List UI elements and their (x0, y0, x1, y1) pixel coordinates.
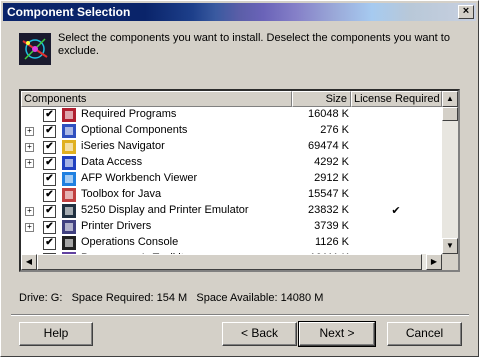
component-checkbox[interactable]: ✔ (43, 141, 56, 154)
instructions-text: Select the components you want to instal… (58, 32, 450, 57)
scrollbar-corner (442, 254, 458, 270)
drive-value: G: (50, 292, 63, 304)
component-row[interactable]: + ✔ Data Access 4292 K (21, 155, 441, 171)
drive-label: Drive: (19, 292, 48, 304)
component-row[interactable]: + ✔ Optional Components 276 K (21, 123, 441, 139)
component-name: 5250 Display and Printer Emulator (81, 204, 249, 216)
horizontal-scrollbar[interactable]: ◀ ▶ (21, 254, 442, 270)
component-selection-dialog: Component Selection × Select the compone… (0, 0, 479, 357)
column-header-license[interactable]: License Required (351, 91, 442, 107)
disk-space-info: Drive: G: Space Required: 154 M Space Av… (19, 292, 323, 304)
component-size: 69474 K (308, 140, 349, 152)
component-list[interactable]: Components Size License Required ✔ Requir… (19, 89, 460, 272)
vertical-scrollbar[interactable]: ▲ ▼ (442, 91, 458, 254)
setup-logo-icon (19, 33, 51, 65)
expand-icon[interactable]: + (25, 207, 34, 216)
component-name: Operations Console (81, 236, 179, 248)
component-size: 276 K (320, 124, 349, 136)
separator (11, 314, 469, 316)
help-button[interactable]: Help (19, 322, 93, 346)
scroll-right-button[interactable]: ▶ (426, 254, 442, 270)
component-checkbox[interactable]: ✔ (43, 125, 56, 138)
column-header-components[interactable]: Components (21, 91, 292, 107)
component-checkbox[interactable]: ✔ (43, 173, 56, 186)
scroll-up-button[interactable]: ▲ (442, 91, 458, 107)
optional-components-icon (61, 123, 77, 139)
component-name: Required Programs (81, 108, 177, 120)
space-available-label: Space Available: (196, 292, 278, 304)
scroll-down-button[interactable]: ▼ (442, 238, 458, 254)
component-row[interactable]: ✔ Operations Console 1126 K (21, 235, 441, 251)
afp-workbench-icon (61, 171, 77, 187)
component-row[interactable]: + ✔ 5250 Display and Printer Emulator 23832… (21, 203, 441, 219)
required-programs-icon (61, 107, 77, 123)
component-name: iSeries Navigator (81, 140, 165, 152)
expand-icon[interactable]: + (25, 223, 34, 232)
component-size: 1126 K (314, 236, 349, 248)
component-checkbox[interactable]: ✔ (43, 205, 56, 218)
component-row[interactable]: + ✔ iSeries Navigator 69474 K (21, 139, 441, 155)
space-available-value: 14080 M (280, 292, 324, 304)
window-title: Component Selection (7, 5, 131, 19)
toolbox-java-icon (61, 187, 77, 203)
data-access-icon (61, 155, 77, 171)
space-required-label: Space Required: (71, 292, 154, 304)
component-checkbox[interactable]: ✔ (43, 237, 56, 250)
component-checkbox[interactable]: ✔ (43, 221, 56, 234)
component-name: Optional Components (81, 124, 188, 136)
component-row[interactable]: ✔ Toolbox for Java 15547 K (21, 187, 441, 203)
component-row[interactable]: ✔ AFP Workbench Viewer 2912 K (21, 171, 441, 187)
component-size: 4292 K (314, 156, 349, 168)
component-size: 15547 K (308, 188, 349, 200)
component-name: Data Access (81, 156, 143, 168)
component-size: 2912 K (314, 172, 349, 184)
iseries-navigator-icon (61, 139, 77, 155)
component-checkbox[interactable]: ✔ (43, 109, 56, 122)
license-required-mark: ✔ (391, 205, 401, 217)
printer-icon (61, 219, 77, 235)
component-row[interactable]: + ✔ Printer Drivers 3739 K (21, 219, 441, 235)
operations-console-icon (61, 235, 77, 251)
component-size: 23832 K (308, 204, 349, 216)
column-header-size[interactable]: Size (292, 91, 351, 107)
component-checkbox[interactable]: ✔ (43, 157, 56, 170)
component-checkbox[interactable]: ✔ (43, 189, 56, 202)
title-bar[interactable]: Component Selection × (3, 3, 476, 21)
expand-icon[interactable]: + (25, 127, 34, 136)
back-button[interactable]: < Back (222, 322, 297, 346)
scroll-left-button[interactable]: ◀ (21, 254, 37, 270)
next-button[interactable]: Next > (298, 321, 376, 347)
component-name: AFP Workbench Viewer (81, 172, 198, 184)
cancel-button[interactable]: Cancel (387, 322, 462, 346)
close-button[interactable]: × (458, 5, 474, 19)
horizontal-scroll-thumb[interactable] (37, 254, 422, 270)
component-name: Toolbox for Java (81, 188, 162, 200)
expand-icon[interactable]: + (25, 159, 34, 168)
expand-icon[interactable]: + (25, 143, 34, 152)
vertical-scroll-thumb[interactable] (442, 107, 458, 121)
space-required-value: 154 M (156, 292, 188, 304)
emulator-icon (61, 203, 77, 219)
component-size: 3739 K (314, 220, 349, 232)
component-row[interactable]: ✔ Required Programs 16048 K (21, 107, 441, 123)
component-name: Printer Drivers (81, 220, 152, 232)
component-size: 16048 K (308, 108, 349, 120)
